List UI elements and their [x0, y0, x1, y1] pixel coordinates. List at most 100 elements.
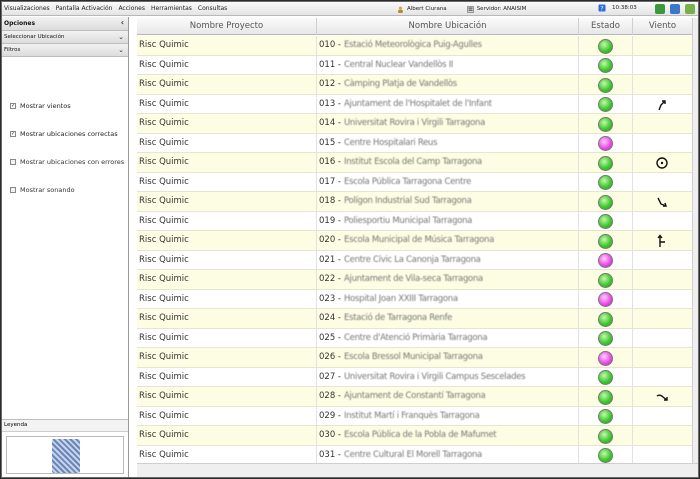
server-name: Servidor: ANAISIM	[476, 6, 527, 12]
status-cell	[579, 172, 633, 192]
project-cell: Risc Quimic	[137, 250, 317, 270]
table-row[interactable]: Risc Quimic 017 - Escola Pública Tarragona…	[137, 172, 692, 193]
wind-cell	[633, 270, 692, 290]
table-row[interactable]: Risc Quimic 016 - Institut Escola del Camp…	[137, 153, 692, 173]
collapse-left-icon[interactable]: ‹	[121, 18, 124, 27]
location-name: Escola Pública de la Pobla de Mafumet	[344, 430, 497, 440]
location-cell: 023 - Hospital Joan XXIII Tarragona	[317, 289, 579, 309]
filter-checkbox[interactable]	[10, 187, 16, 193]
restore-button[interactable]	[670, 4, 680, 14]
table-row[interactable]: Risc Quimic 025 - Centre d'Atenció Primàri…	[137, 328, 692, 348]
filters-header[interactable]: Filtros ⌄	[2, 44, 128, 57]
table-row[interactable]: Risc Quimic 011 - Central Nuclear Vandellò…	[137, 55, 692, 75]
wind-cell	[633, 309, 692, 329]
location-cell: 012 - Càmping Platja de Vandellòs	[317, 75, 579, 95]
menu-item[interactable]: Consultas	[198, 5, 227, 12]
location-code: 024 -	[319, 313, 341, 323]
header-location[interactable]: Nombre Ubicación	[317, 18, 579, 35]
filter-checkbox[interactable]: ✓	[10, 131, 16, 137]
menu-item[interactable]: Pantalla Activación	[56, 5, 113, 12]
status-alarm-icon	[598, 136, 613, 151]
wind-cell	[633, 173, 692, 193]
status-alarm-icon	[598, 253, 613, 268]
table-row[interactable]: Risc Quimic 010 - Estació Meteorològica Pu…	[137, 36, 692, 56]
table-row[interactable]: Risc Quimic 031 - Centre Cultural El Morel…	[137, 445, 692, 464]
wind-cell	[633, 95, 692, 115]
wind-cell	[633, 446, 692, 464]
location-cell: 018 - Polígon Industrial Sud Tarragona	[317, 192, 579, 212]
status-alarm-icon	[598, 292, 613, 307]
project-cell: Risc Quimic	[137, 133, 317, 153]
filter-checkbox[interactable]: ✓	[10, 103, 16, 109]
table-row[interactable]: Risc Quimic 020 - Escola Municipal de Músi…	[137, 231, 692, 251]
minimize-button[interactable]	[655, 4, 665, 14]
options-header[interactable]: Opciones ‹	[2, 17, 128, 31]
table-row[interactable]: Risc Quimic 023 - Hospital Joan XXIII Tarr…	[137, 289, 692, 309]
project-cell: Risc Quimic	[137, 94, 317, 114]
menu-item[interactable]: Herramientas	[151, 5, 192, 12]
project-cell: Risc Quimic	[137, 192, 317, 212]
table-row[interactable]: Risc Quimic 026 - Escola Bressol Municipal…	[137, 348, 692, 368]
project-cell: Risc Quimic	[137, 309, 317, 329]
header-status[interactable]: Estado	[579, 18, 633, 35]
status-ok-icon	[598, 194, 613, 210]
location-cell: 021 - Centre Cívic La Canonja Tarragona	[317, 250, 579, 270]
location-name: Ajuntament de l'Hospitalet de l'Infant	[344, 98, 492, 109]
location-code: 029 -	[319, 410, 341, 421]
table-row[interactable]: Risc Quimic 022 - Ajuntament de Vila-seca …	[137, 270, 692, 290]
status-alarm-icon	[598, 350, 613, 366]
project-cell: Risc Quimic	[137, 55, 317, 75]
status-cell	[579, 36, 633, 56]
table-row[interactable]: Risc Quimic 012 - Càmping Platja de Vandel…	[137, 75, 692, 95]
chevron-down-icon[interactable]: ⌄	[118, 33, 124, 41]
table-row[interactable]: Risc Quimic 024 - Estació de Tarragona Ren…	[137, 309, 692, 329]
wind-cell	[633, 348, 692, 368]
locations-table: Nombre Proyecto Nombre Ubicación Estado …	[137, 18, 692, 463]
table-row[interactable]: Risc Quimic 015 - Centre Hospitalari Reus	[137, 133, 692, 153]
location-cell: 027 - Universitat Rovira i Virgili Campus…	[317, 367, 579, 387]
table-header: Nombre Proyecto Nombre Ubicación Estado …	[137, 18, 692, 35]
status-cell	[579, 309, 633, 329]
filter-option[interactable]: Mostrar ubicaciones con errores	[10, 158, 124, 166]
status-ok-icon	[598, 311, 613, 327]
status-cell	[579, 133, 633, 153]
table-row[interactable]: Risc Quimic 014 - Universitat Rovira i Vir…	[137, 114, 692, 134]
location-code: 017 -	[319, 176, 341, 187]
header-project[interactable]: Nombre Proyecto	[137, 18, 317, 35]
close-button[interactable]	[685, 4, 695, 14]
location-name: Centre Cívic La Canonja Tarragona	[344, 254, 481, 265]
app-window: Visualizaciones Pantalla Activación Accion…	[1, 1, 699, 478]
select-location-header[interactable]: Seleccionar Ubicación ⌄	[2, 31, 128, 44]
location-cell: 019 - Poliesportiu Municipal Tarragona	[317, 211, 579, 231]
table-row[interactable]: Risc Quimic 030 - Escola Pública de la Pob…	[137, 426, 692, 446]
horizontal-scrollbar[interactable]	[137, 463, 698, 477]
table-row[interactable]: Risc Quimic 028 - Ajuntament de Constantí …	[137, 387, 692, 407]
table-row[interactable]: Risc Quimic 021 - Centre Cívic La Canonja …	[137, 250, 692, 270]
filter-option[interactable]: ✓ Mostrar ubicaciones correctas	[10, 130, 118, 138]
menu-item[interactable]: Acciones	[118, 5, 145, 12]
filter-option[interactable]: ✓ Mostrar vientos	[10, 102, 71, 110]
project-cell: Risc Quimic	[137, 75, 317, 95]
menu-item[interactable]: Visualizaciones	[4, 5, 50, 12]
wind-arrow-se-icon	[655, 195, 669, 209]
status-cell	[579, 289, 633, 309]
filter-option[interactable]: Mostrar sonando	[10, 186, 75, 194]
status-cell	[579, 55, 633, 75]
table-row[interactable]: Risc Quimic 018 - Polígon Industrial Sud T…	[137, 192, 692, 212]
location-cell: 017 - Escola Pública Tarragona Centre	[317, 172, 579, 192]
table-row[interactable]: Risc Quimic 019 - Poliesportiu Municipal T…	[137, 211, 692, 231]
filter-checkbox[interactable]	[10, 159, 16, 165]
legend-image	[6, 436, 124, 474]
vertical-scrollbar[interactable]	[692, 18, 698, 463]
location-code: 030 -	[319, 430, 341, 440]
location-code: 023 -	[319, 293, 341, 304]
chevron-down-icon[interactable]: ⌄	[118, 46, 124, 54]
table-row[interactable]: Risc Quimic 013 - Ajuntament de l'Hospital…	[137, 94, 692, 115]
clock-time: 10:38:03	[612, 5, 637, 11]
table-row[interactable]: Risc Quimic 029 - Institut Martí i Franquè…	[137, 406, 692, 426]
clock-icon: ?	[598, 4, 606, 14]
header-wind[interactable]: Viento	[633, 18, 692, 35]
status-ok-icon	[598, 155, 613, 171]
table-row[interactable]: Risc Quimic 027 - Universitat Rovira i Vir…	[137, 367, 692, 387]
legend-panel: Leyenda	[2, 419, 128, 477]
